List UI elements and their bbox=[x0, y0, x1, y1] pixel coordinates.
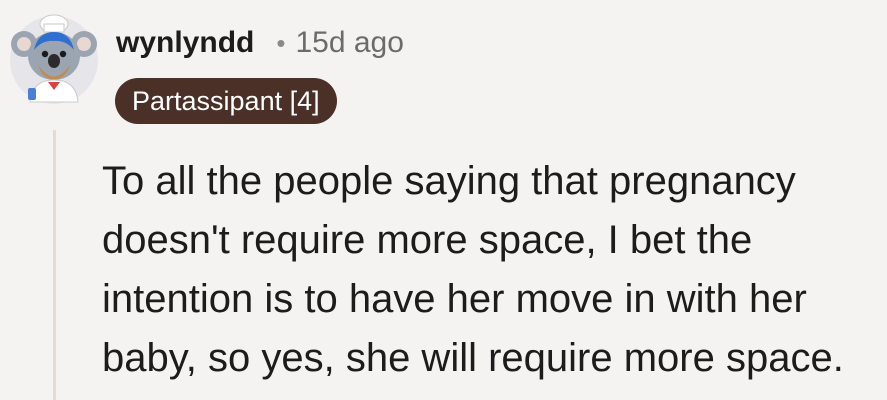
separator-dot: • bbox=[276, 28, 286, 58]
comment-header: wynlyndd • 15d ago bbox=[116, 26, 404, 60]
comment-body: To all the people saying that pregnancy … bbox=[102, 159, 844, 380]
user-flair-badge: Partassipant [4] bbox=[115, 78, 337, 124]
timestamp[interactable]: 15d ago bbox=[295, 26, 403, 60]
user-avatar[interactable] bbox=[8, 10, 100, 106]
username[interactable]: wynlyndd bbox=[116, 26, 254, 60]
thread-line[interactable] bbox=[53, 130, 56, 400]
koala-avatar-icon bbox=[10, 14, 98, 104]
